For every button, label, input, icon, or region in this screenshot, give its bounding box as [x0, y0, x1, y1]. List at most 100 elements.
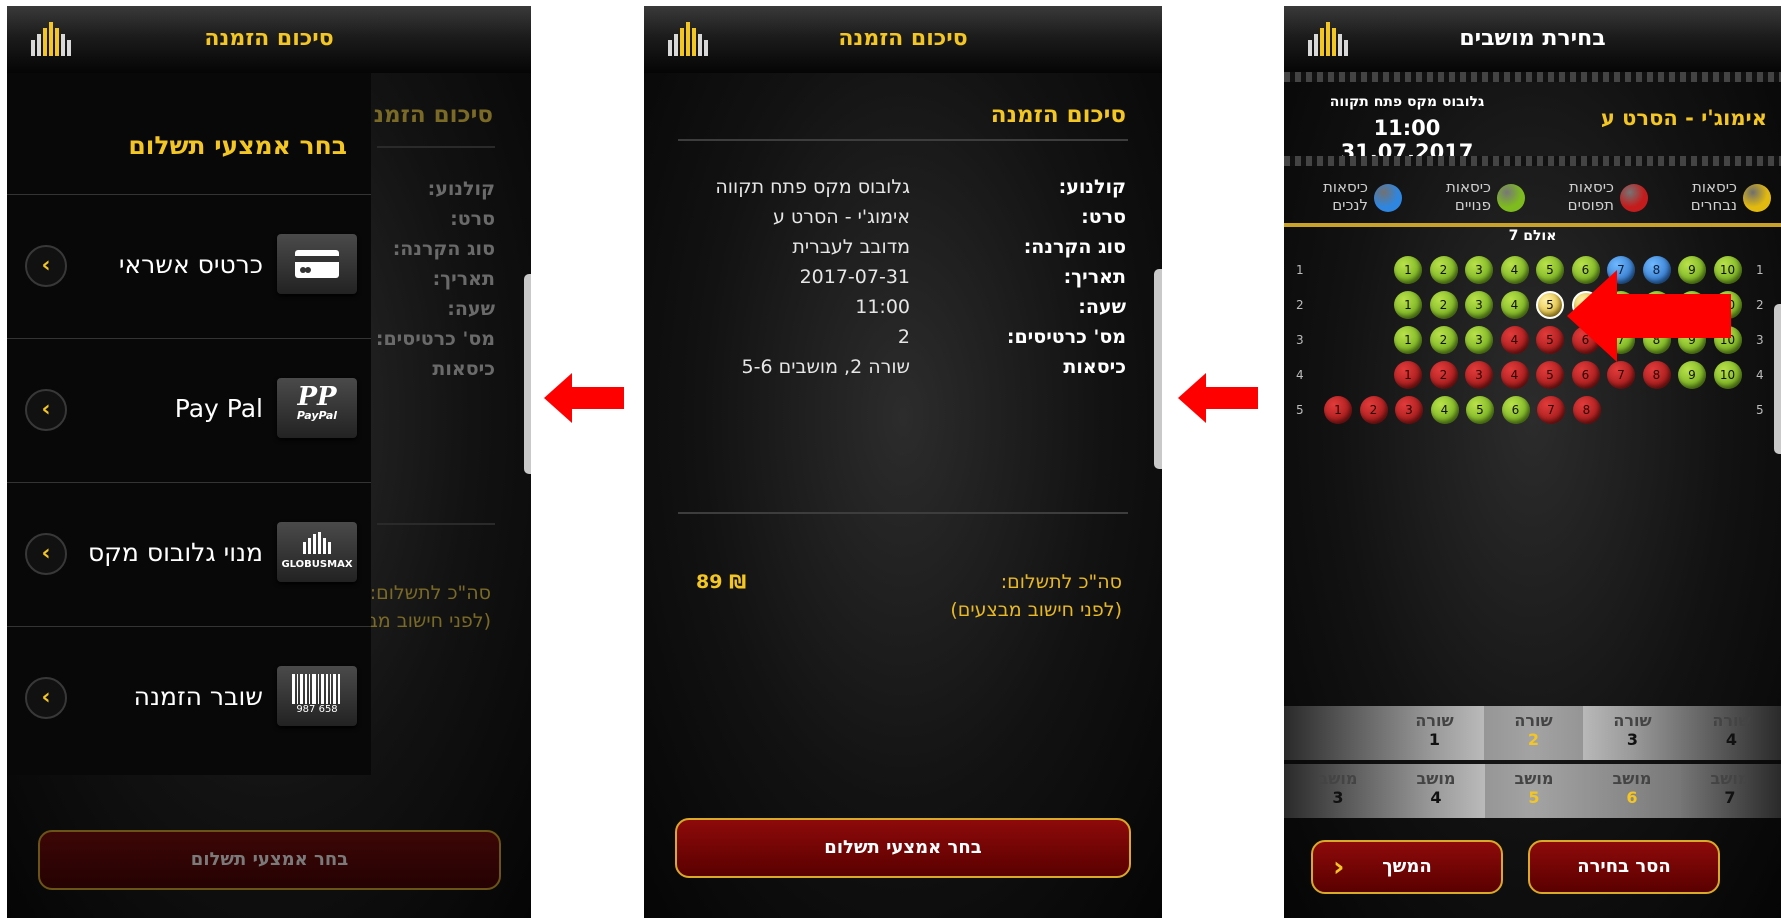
picker-value: 3	[1626, 730, 1639, 749]
seat[interactable]: 5	[1536, 256, 1564, 284]
payment-option-label: שובר הזמנה	[133, 682, 263, 711]
row-picker[interactable]: שורה 4 שורה 3 שורה 2 שורה 1	[1284, 706, 1781, 760]
legend-dot	[1743, 184, 1771, 212]
row-number: 1	[1756, 263, 1764, 277]
seat[interactable]: 3	[1465, 291, 1493, 319]
row-picker-option[interactable]: שורה 2	[1484, 706, 1583, 760]
seat: 2	[1359, 396, 1388, 424]
seat: 1	[1394, 361, 1422, 389]
seat-picker-option[interactable]: מושב 3	[1289, 764, 1387, 818]
summary-value: אימוג'י - הסרט ע	[773, 206, 910, 228]
legend-item: כיסאות תפוסים	[1528, 178, 1648, 218]
payment-option-credit-card[interactable]: כרטיס אשראי ‹	[7, 194, 371, 337]
top-bar: סיכום הזמנה	[7, 6, 531, 73]
seat-picker[interactable]: מושב 7 מושב 6 מושב 5 מושב 4 מושב 3	[1284, 764, 1781, 818]
seat-picker-option[interactable]: מושב 6	[1583, 764, 1681, 818]
payment-option-globusmax[interactable]: GLOBUSMAX מנוי גלובוס מקס ‹	[7, 482, 371, 625]
summary-value: גלובוס מקס פתח תקווה	[715, 176, 910, 198]
pointer-arrow-icon	[1567, 270, 1731, 362]
divider	[678, 139, 1128, 141]
order-summary-screen: סיכום הזמנה סיכום הזמנה קולנוע: גלובוס מק…	[644, 6, 1162, 918]
legend-line: פנויים	[1454, 196, 1491, 214]
legend-line: תפוסים	[1567, 196, 1614, 214]
flow-arrow-icon	[1178, 373, 1258, 423]
seat[interactable]: 2	[1429, 291, 1458, 319]
chevron-left-icon: ‹	[1333, 850, 1345, 883]
continue-button[interactable]: המשך ‹	[1311, 840, 1503, 894]
legend-dot	[1497, 184, 1525, 212]
seat-picker-option[interactable]: מושב 7	[1681, 764, 1779, 818]
divider	[678, 512, 1128, 514]
summary-value: 11:00	[855, 296, 910, 318]
legend-item: כיסאות נבחרים	[1651, 178, 1771, 218]
legend-text: כיסאות פנויים	[1446, 178, 1491, 214]
row-picker-option[interactable]: שורה 1	[1385, 706, 1484, 760]
bg-summary-label: סרט:	[450, 208, 495, 230]
legend-item: כיסאות לנכים	[1284, 178, 1402, 218]
picker-label: מושב	[1710, 769, 1750, 788]
seat[interactable]: 3	[1465, 256, 1493, 284]
seat[interactable]: 1	[1394, 326, 1422, 354]
summary-value: מדובב לעברית	[792, 236, 910, 258]
row-number: 4	[1756, 368, 1764, 382]
seat[interactable]: 4	[1430, 396, 1459, 424]
picker-label: מושב	[1416, 769, 1456, 788]
summary-label: שעה:	[1078, 296, 1126, 318]
summary-label: קולנוע:	[1058, 176, 1126, 198]
payment-option-label: Pay Pal	[174, 394, 263, 423]
row-picker-option[interactable]: שורה 3	[1583, 706, 1682, 760]
paypal-icon: PP PayPal	[277, 378, 357, 438]
seat: 4	[1500, 326, 1529, 354]
page-title: סיכום הזמנה	[204, 26, 334, 51]
bg-summary-label: סוג הקרנה:	[392, 238, 495, 260]
seat[interactable]: 1	[1394, 256, 1422, 284]
drawer-title: בחר אמצעי תשלום	[128, 131, 347, 160]
picker-value: 4	[1725, 730, 1738, 749]
seat: 7	[1537, 396, 1565, 424]
payment-option-paypal[interactable]: PP PayPal Pay Pal ‹	[7, 338, 371, 481]
payment-option-label: כרטיס אשראי	[118, 250, 263, 279]
film-strip	[1284, 156, 1781, 166]
seat[interactable]: 1	[1394, 291, 1422, 319]
payment-drawer: בחר אמצעי תשלום כרטיס אשראי ‹ PP PayPal …	[7, 73, 371, 775]
picker-value: 4	[1430, 788, 1442, 807]
choose-payment-button[interactable]: בחר אמצעי תשלום	[675, 818, 1131, 878]
seat[interactable]: 2	[1429, 256, 1458, 284]
seat[interactable]: 4	[1500, 256, 1529, 284]
seat[interactable]: 10	[1713, 361, 1742, 389]
summary-title: סיכום הזמנה	[990, 102, 1126, 128]
side-handle[interactable]	[524, 274, 531, 474]
payment-option-label: מנוי גלובוס מקס	[87, 538, 263, 567]
chevron-left-icon: ‹	[25, 245, 67, 287]
total-price: ₪ 89	[696, 571, 747, 593]
top-bar: סיכום הזמנה	[644, 6, 1162, 73]
seat[interactable]: 9	[1678, 361, 1706, 389]
picker-label: שורה	[1415, 711, 1454, 730]
seat[interactable]: 6	[1501, 396, 1530, 424]
seat: 8	[1642, 361, 1671, 389]
seat[interactable]: 5	[1466, 396, 1494, 424]
legend-text: כיסאות תפוסים	[1568, 178, 1614, 214]
seat[interactable]: 5	[1536, 291, 1564, 319]
picker-value: 2	[1527, 730, 1540, 749]
side-handle[interactable]	[1774, 304, 1781, 454]
seat: 2	[1429, 361, 1458, 389]
choose-payment-button[interactable]: בחר אמצעי תשלום	[38, 830, 501, 890]
row-number: 4	[1296, 368, 1304, 382]
bg-total-label: סה"כ לתשלום:	[369, 582, 491, 604]
seat-picker-option[interactable]: מושב 5	[1485, 764, 1583, 818]
bg-summary-label: שעה:	[447, 298, 495, 320]
legend-dot	[1374, 184, 1402, 212]
payment-option-voucher[interactable]: 987 658 שובר הזמנה ‹	[7, 626, 371, 769]
row-picker-option[interactable]: שורה 4	[1682, 706, 1781, 760]
side-handle[interactable]	[1154, 269, 1162, 469]
seat[interactable]: 4	[1500, 291, 1529, 319]
clear-selection-button[interactable]: הסר בחירה	[1528, 840, 1720, 894]
seat[interactable]: 3	[1465, 326, 1493, 354]
legend-line: לנכים	[1332, 196, 1368, 214]
bg-summary-label: תאריך:	[432, 268, 495, 290]
bg-summary-label: כיסאות	[432, 358, 495, 380]
seat-picker-option[interactable]: מושב 4	[1387, 764, 1485, 818]
seat[interactable]: 2	[1429, 326, 1458, 354]
picker-value: 3	[1332, 788, 1344, 807]
